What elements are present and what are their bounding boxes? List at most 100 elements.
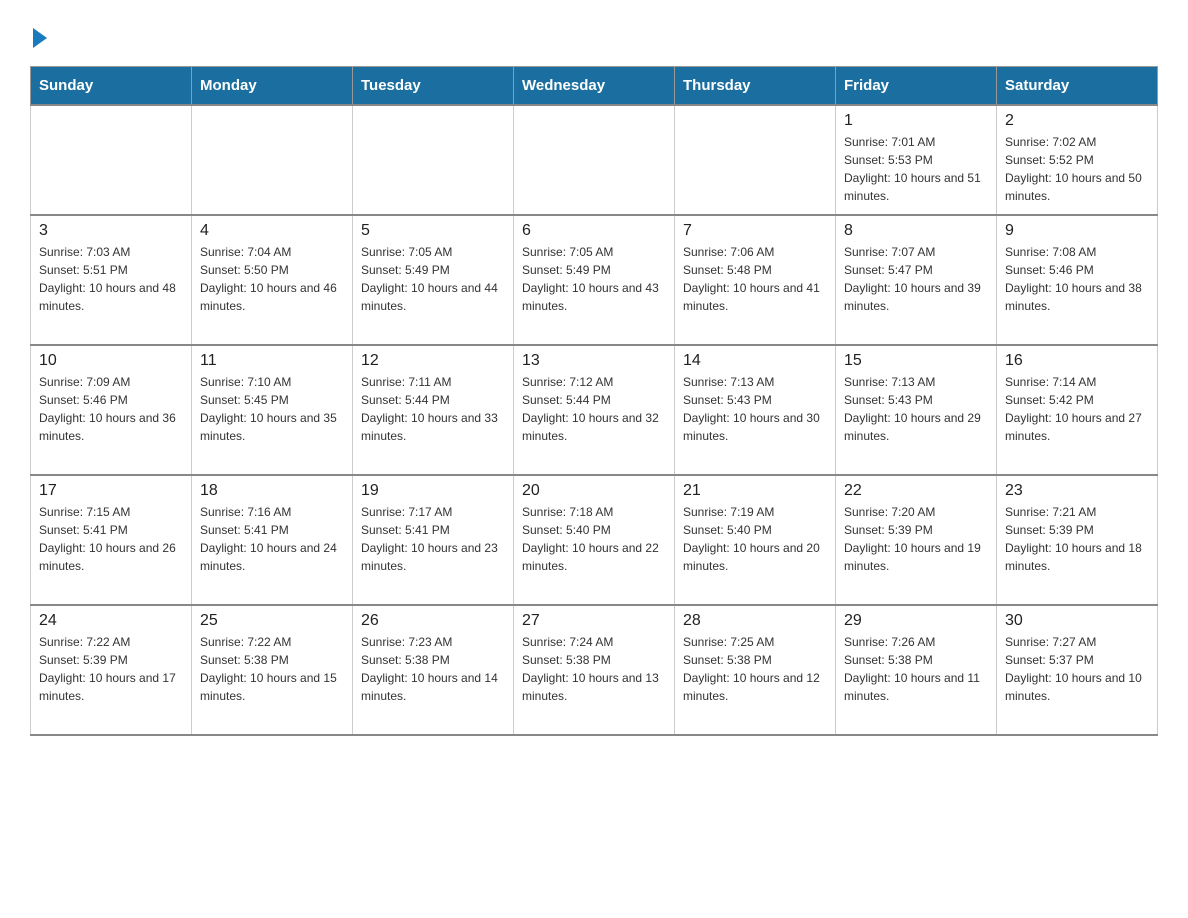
calendar-week-2: 3 Sunrise: 7:03 AMSunset: 5:51 PMDaylight… (31, 215, 1158, 345)
calendar-cell: 28 Sunrise: 7:25 AMSunset: 5:38 PMDayligh… (675, 605, 836, 735)
calendar-cell (514, 105, 675, 215)
day-number: 26 (361, 612, 505, 630)
day-info: Sunrise: 7:21 AMSunset: 5:39 PMDaylight:… (1005, 503, 1149, 575)
day-number: 22 (844, 482, 988, 500)
calendar-cell: 16 Sunrise: 7:14 AMSunset: 5:42 PMDayligh… (997, 345, 1158, 475)
day-number: 6 (522, 222, 666, 240)
day-number: 24 (39, 612, 183, 630)
day-info: Sunrise: 7:04 AMSunset: 5:50 PMDaylight:… (200, 243, 344, 315)
logo-arrow-icon (33, 28, 47, 48)
day-number: 4 (200, 222, 344, 240)
weekday-header-wednesday: Wednesday (514, 67, 675, 106)
calendar-cell: 6 Sunrise: 7:05 AMSunset: 5:49 PMDaylight… (514, 215, 675, 345)
day-info: Sunrise: 7:17 AMSunset: 5:41 PMDaylight:… (361, 503, 505, 575)
day-info: Sunrise: 7:13 AMSunset: 5:43 PMDaylight:… (683, 373, 827, 445)
day-info: Sunrise: 7:22 AMSunset: 5:39 PMDaylight:… (39, 633, 183, 705)
day-info: Sunrise: 7:19 AMSunset: 5:40 PMDaylight:… (683, 503, 827, 575)
day-info: Sunrise: 7:10 AMSunset: 5:45 PMDaylight:… (200, 373, 344, 445)
calendar-cell: 5 Sunrise: 7:05 AMSunset: 5:49 PMDaylight… (353, 215, 514, 345)
calendar-cell: 1Sunrise: 7:01 AMSunset: 5:53 PMDaylight… (836, 105, 997, 215)
calendar-cell: 30 Sunrise: 7:27 AMSunset: 5:37 PMDayligh… (997, 605, 1158, 735)
day-info: Sunrise: 7:15 AMSunset: 5:41 PMDaylight:… (39, 503, 183, 575)
calendar-cell: 13 Sunrise: 7:12 AMSunset: 5:44 PMDayligh… (514, 345, 675, 475)
calendar-week-3: 10Sunrise: 7:09 AMSunset: 5:46 PMDayligh… (31, 345, 1158, 475)
day-number: 28 (683, 612, 827, 630)
calendar-week-5: 24 Sunrise: 7:22 AMSunset: 5:39 PMDayligh… (31, 605, 1158, 735)
day-number: 21 (683, 482, 827, 500)
calendar-cell (353, 105, 514, 215)
day-info: Sunrise: 7:18 AMSunset: 5:40 PMDaylight:… (522, 503, 666, 575)
calendar-cell: 9Sunrise: 7:08 AMSunset: 5:46 PMDaylight… (997, 215, 1158, 345)
calendar-cell: 22 Sunrise: 7:20 AMSunset: 5:39 PMDayligh… (836, 475, 997, 605)
day-info: Sunrise: 7:03 AMSunset: 5:51 PMDaylight:… (39, 243, 183, 315)
calendar-cell: 7 Sunrise: 7:06 AMSunset: 5:48 PMDaylight… (675, 215, 836, 345)
weekday-header-tuesday: Tuesday (353, 67, 514, 106)
day-number: 23 (1005, 482, 1149, 500)
day-number: 29 (844, 612, 988, 630)
calendar-header-row: SundayMondayTuesdayWednesdayThursdayFrid… (31, 67, 1158, 106)
day-number: 8 (844, 222, 988, 240)
calendar-table: SundayMondayTuesdayWednesdayThursdayFrid… (30, 66, 1158, 736)
calendar-cell: 3 Sunrise: 7:03 AMSunset: 5:51 PMDaylight… (31, 215, 192, 345)
weekday-header-saturday: Saturday (997, 67, 1158, 106)
day-info: Sunrise: 7:05 AMSunset: 5:49 PMDaylight:… (361, 243, 505, 315)
day-info: Sunrise: 7:13 AMSunset: 5:43 PMDaylight:… (844, 373, 988, 445)
calendar-cell: 20Sunrise: 7:18 AMSunset: 5:40 PMDayligh… (514, 475, 675, 605)
day-info: Sunrise: 7:14 AMSunset: 5:42 PMDaylight:… (1005, 373, 1149, 445)
calendar-cell: 10Sunrise: 7:09 AMSunset: 5:46 PMDayligh… (31, 345, 192, 475)
day-number: 30 (1005, 612, 1149, 630)
day-number: 10 (39, 352, 183, 370)
calendar-cell: 21 Sunrise: 7:19 AMSunset: 5:40 PMDayligh… (675, 475, 836, 605)
day-number: 13 (522, 352, 666, 370)
calendar-cell: 24 Sunrise: 7:22 AMSunset: 5:39 PMDayligh… (31, 605, 192, 735)
calendar-cell: 14 Sunrise: 7:13 AMSunset: 5:43 PMDayligh… (675, 345, 836, 475)
logo (30, 20, 47, 46)
day-number: 14 (683, 352, 827, 370)
day-number: 15 (844, 352, 988, 370)
weekday-header-monday: Monday (192, 67, 353, 106)
calendar-cell: 26 Sunrise: 7:23 AMSunset: 5:38 PMDayligh… (353, 605, 514, 735)
calendar-cell: 23 Sunrise: 7:21 AMSunset: 5:39 PMDayligh… (997, 475, 1158, 605)
calendar-cell: 15 Sunrise: 7:13 AMSunset: 5:43 PMDayligh… (836, 345, 997, 475)
day-info: Sunrise: 7:25 AMSunset: 5:38 PMDaylight:… (683, 633, 827, 705)
day-number: 19 (361, 482, 505, 500)
day-info: Sunrise: 7:20 AMSunset: 5:39 PMDaylight:… (844, 503, 988, 575)
calendar-cell: 2 Sunrise: 7:02 AMSunset: 5:52 PMDaylight… (997, 105, 1158, 215)
calendar-cell: 19 Sunrise: 7:17 AMSunset: 5:41 PMDayligh… (353, 475, 514, 605)
calendar-cell (675, 105, 836, 215)
day-info: Sunrise: 7:26 AMSunset: 5:38 PMDaylight:… (844, 633, 988, 705)
day-info: Sunrise: 7:11 AMSunset: 5:44 PMDaylight:… (361, 373, 505, 445)
header (30, 20, 1158, 46)
day-number: 7 (683, 222, 827, 240)
day-number: 5 (361, 222, 505, 240)
calendar-cell: 11 Sunrise: 7:10 AMSunset: 5:45 PMDayligh… (192, 345, 353, 475)
day-number: 16 (1005, 352, 1149, 370)
day-info: Sunrise: 7:27 AMSunset: 5:37 PMDaylight:… (1005, 633, 1149, 705)
day-info: Sunrise: 7:08 AMSunset: 5:46 PMDaylight:… (1005, 243, 1149, 315)
day-info: Sunrise: 7:06 AMSunset: 5:48 PMDaylight:… (683, 243, 827, 315)
weekday-header-sunday: Sunday (31, 67, 192, 106)
day-number: 12 (361, 352, 505, 370)
weekday-header-thursday: Thursday (675, 67, 836, 106)
calendar-cell: 12 Sunrise: 7:11 AMSunset: 5:44 PMDayligh… (353, 345, 514, 475)
day-info: Sunrise: 7:16 AMSunset: 5:41 PMDaylight:… (200, 503, 344, 575)
day-info: Sunrise: 7:12 AMSunset: 5:44 PMDaylight:… (522, 373, 666, 445)
day-number: 11 (200, 352, 344, 370)
day-number: 3 (39, 222, 183, 240)
weekday-header-friday: Friday (836, 67, 997, 106)
day-info: Sunrise: 7:07 AMSunset: 5:47 PMDaylight:… (844, 243, 988, 315)
day-number: 18 (200, 482, 344, 500)
day-number: 25 (200, 612, 344, 630)
calendar-cell: 18 Sunrise: 7:16 AMSunset: 5:41 PMDayligh… (192, 475, 353, 605)
day-info: Sunrise: 7:23 AMSunset: 5:38 PMDaylight:… (361, 633, 505, 705)
day-info: Sunrise: 7:01 AMSunset: 5:53 PMDaylight:… (844, 133, 988, 205)
calendar-cell: 29 Sunrise: 7:26 AMSunset: 5:38 PMDayligh… (836, 605, 997, 735)
calendar-cell: 25Sunrise: 7:22 AMSunset: 5:38 PMDayligh… (192, 605, 353, 735)
day-info: Sunrise: 7:05 AMSunset: 5:49 PMDaylight:… (522, 243, 666, 315)
day-info: Sunrise: 7:02 AMSunset: 5:52 PMDaylight:… (1005, 133, 1149, 205)
day-number: 27 (522, 612, 666, 630)
day-info: Sunrise: 7:24 AMSunset: 5:38 PMDaylight:… (522, 633, 666, 705)
calendar-cell: 8 Sunrise: 7:07 AMSunset: 5:47 PMDaylight… (836, 215, 997, 345)
day-number: 2 (1005, 112, 1149, 130)
calendar-cell (192, 105, 353, 215)
